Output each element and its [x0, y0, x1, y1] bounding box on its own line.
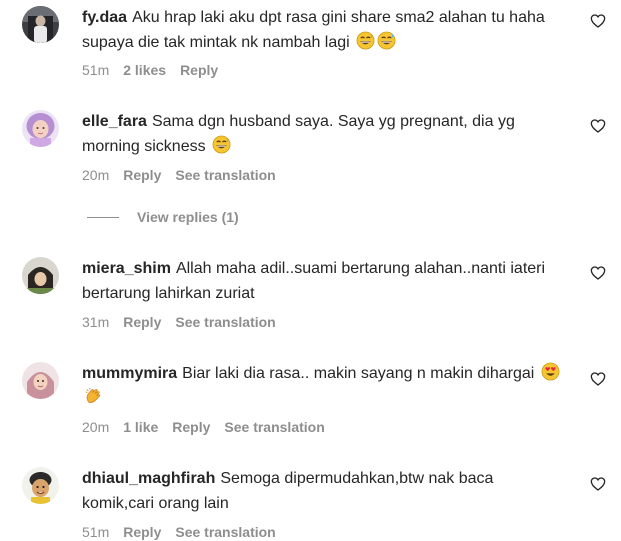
- user-photo-icon: [22, 362, 59, 399]
- grinning-sweat-icon: [212, 135, 231, 154]
- comment-text: Aku hrap laki aku dpt rasa gini share sm…: [82, 9, 545, 51]
- see-translation-button[interactable]: See translation: [175, 314, 275, 330]
- comment-meta: 51m 2 likes Reply: [82, 61, 232, 79]
- heart-icon: [590, 266, 606, 280]
- reply-button[interactable]: Reply: [172, 419, 210, 435]
- see-translation-button[interactable]: See translation: [175, 167, 275, 183]
- reply-button[interactable]: Reply: [180, 62, 218, 78]
- see-translation-button[interactable]: See translation: [175, 524, 275, 540]
- heart-eyes-icon: [541, 362, 560, 381]
- clapping-hands-icon: [84, 387, 103, 406]
- comment-meta: 20m Reply See translation: [82, 166, 290, 184]
- see-translation-button[interactable]: See translation: [224, 419, 324, 435]
- comment-time: 51m: [82, 62, 110, 78]
- comment-username[interactable]: dhiaul_maghfirah: [82, 470, 215, 487]
- heart-icon: [590, 14, 606, 28]
- view-replies-button[interactable]: View replies (1): [87, 208, 239, 226]
- reply-divider: [87, 217, 119, 218]
- user-photo-icon: [22, 257, 59, 294]
- reply-button[interactable]: Reply: [123, 524, 161, 540]
- heart-icon: [590, 119, 606, 133]
- comment-username[interactable]: elle_fara: [82, 113, 147, 130]
- avatar[interactable]: [22, 6, 59, 43]
- comment-time: 20m: [82, 167, 110, 183]
- heart-icon: [590, 477, 606, 491]
- avatar[interactable]: [22, 362, 59, 399]
- comment-meta: 51m Reply See translation: [82, 523, 290, 541]
- comment-time: 20m: [82, 419, 110, 435]
- comment-body: mummymira Biar laki dia rasa.. makin saya…: [82, 361, 562, 411]
- avatar[interactable]: [22, 257, 59, 294]
- comment-body: fy.daa Aku hrap laki aku dpt rasa gini sh…: [82, 5, 562, 55]
- like-button[interactable]: [590, 265, 606, 281]
- user-photo-icon: [22, 467, 59, 504]
- comment-meta: 31m Reply See translation: [82, 313, 290, 331]
- grinning-sweat-icon: [377, 31, 396, 50]
- comment-username[interactable]: miera_shim: [82, 260, 171, 277]
- likes-count[interactable]: 1 like: [123, 419, 158, 435]
- reply-button[interactable]: Reply: [123, 314, 161, 330]
- user-photo-icon: [22, 6, 59, 43]
- comment-username[interactable]: fy.daa: [82, 9, 127, 26]
- likes-count[interactable]: 2 likes: [123, 62, 166, 78]
- comment-body: elle_fara Sama dgn husband saya. Saya yg …: [82, 109, 562, 159]
- comment-time: 31m: [82, 314, 110, 330]
- comment-time: 51m: [82, 524, 110, 540]
- reply-button[interactable]: Reply: [123, 167, 161, 183]
- like-button[interactable]: [590, 118, 606, 134]
- comment-body: dhiaul_maghfirah Semoga dipermudahkan,btw…: [82, 466, 562, 516]
- heart-icon: [590, 372, 606, 386]
- comment-body: miera_shim Allah maha adil..suami bertaru…: [82, 256, 562, 306]
- comment-username[interactable]: mummymira: [82, 365, 177, 382]
- comment-meta: 20m 1 like Reply See translation: [82, 418, 339, 436]
- comment-text: Biar laki dia rasa.. makin sayang n maki…: [182, 365, 535, 382]
- grinning-sweat-icon: [356, 31, 375, 50]
- avatar[interactable]: [22, 110, 59, 147]
- like-button[interactable]: [590, 371, 606, 387]
- view-replies-label: View replies (1): [137, 209, 239, 225]
- avatar[interactable]: [22, 467, 59, 504]
- like-button[interactable]: [590, 13, 606, 29]
- user-photo-icon: [22, 110, 59, 147]
- like-button[interactable]: [590, 476, 606, 492]
